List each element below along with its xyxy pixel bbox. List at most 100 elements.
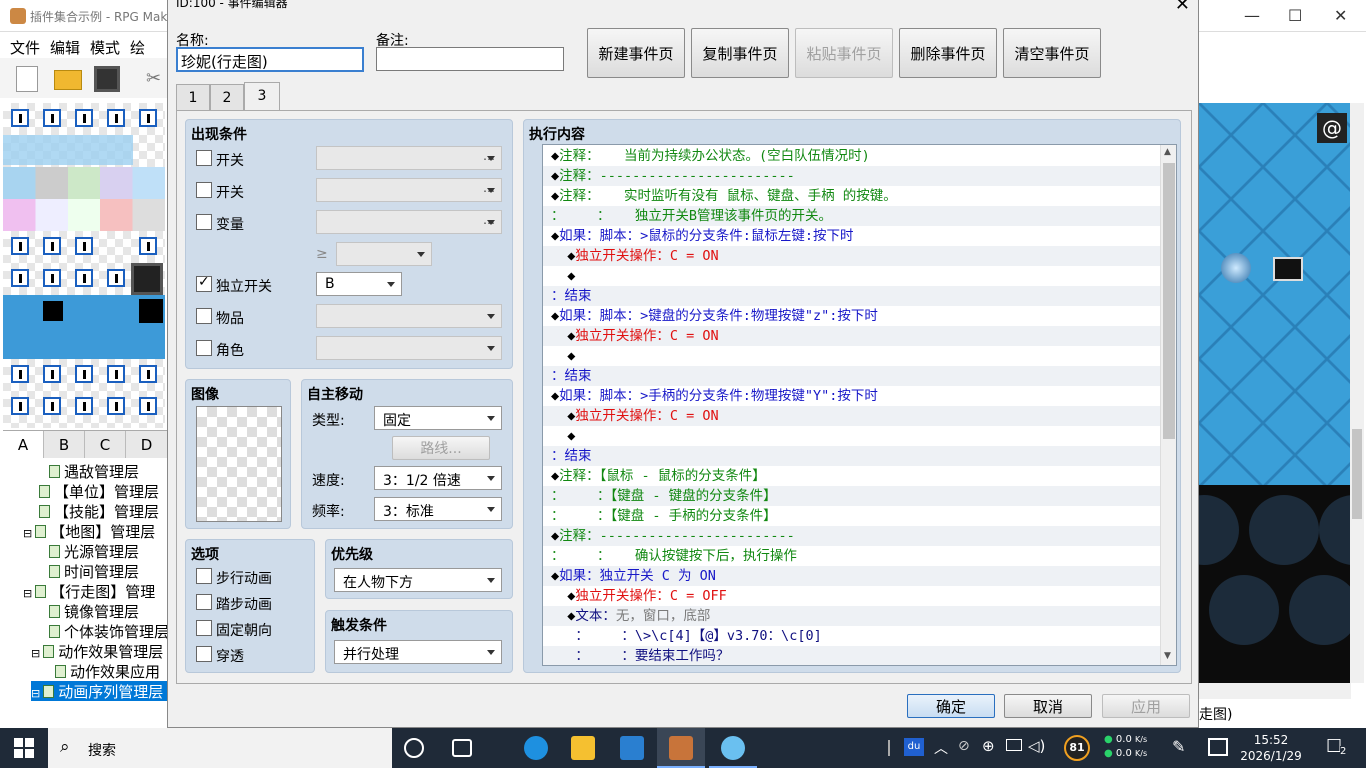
clear-page-button[interactable]: 清空事件页 — [1003, 28, 1101, 78]
command-line[interactable]: ：结束 — [543, 366, 1163, 386]
chevron-up-icon[interactable]: ︿ — [934, 738, 948, 758]
character-image-preview[interactable] — [196, 406, 282, 522]
command-line[interactable]: ◆如果：脚本：>手柄的分支条件:物理按键"Y":按下时 — [543, 386, 1163, 406]
mail-icon[interactable] — [620, 736, 644, 760]
tree-item[interactable]: ⊟ 【行走图】管理 — [23, 581, 155, 601]
map-horizontal-scrollbar[interactable] — [1199, 683, 1351, 699]
globe-icon[interactable]: ⊕ — [982, 737, 995, 755]
walking-anim-checkbox[interactable] — [196, 568, 212, 584]
movement-type-select[interactable]: 固定 — [374, 406, 502, 430]
command-line[interactable]: ◆注释： 实时监听有没有 鼠标、键盘、手柄 的按键。 — [543, 186, 1163, 206]
dialog-close-button[interactable]: ✕ — [1175, 0, 1190, 15]
command-line[interactable]: ◆如果：脚本：>键盘的分支条件:物理按键"z":按下时 — [543, 306, 1163, 326]
pen-icon[interactable]: ✎ — [1172, 737, 1185, 756]
new-page-button[interactable]: 新建事件页 — [587, 28, 685, 78]
tab-page-3[interactable]: 3 — [244, 82, 280, 112]
tileset-tab-b[interactable]: B — [44, 431, 85, 459]
command-line[interactable]: ◆注释：------------------------ — [543, 166, 1163, 186]
new-file-icon[interactable] — [16, 66, 38, 92]
direction-fix-checkbox[interactable] — [196, 620, 212, 636]
command-line[interactable]: ◆独立开关操作：C = ON — [543, 246, 1163, 266]
tileset-tab-c[interactable]: C — [85, 431, 126, 459]
actor-checkbox[interactable] — [196, 340, 212, 356]
tree-item[interactable]: 时间管理层 — [49, 561, 139, 581]
tree-item-selected[interactable]: ⊟ 动画序列管理层 — [31, 681, 167, 701]
stepping-anim-checkbox[interactable] — [196, 594, 212, 610]
windows-start-icon[interactable] — [14, 738, 34, 758]
command-line[interactable]: ◆ — [543, 266, 1163, 286]
maximize-button[interactable]: ☐ — [1288, 6, 1302, 25]
clock[interactable]: 15:52 2026/1/29 — [1236, 732, 1306, 764]
battery-percent-badge[interactable]: 81 — [1064, 735, 1090, 761]
tileset-palette[interactable] — [3, 103, 165, 428]
command-line[interactable]: ： ：【键盘 - 键盘的分支条件】 — [543, 486, 1163, 506]
speed-select[interactable]: 3：1/2 倍速 — [374, 466, 502, 490]
save-icon[interactable] — [94, 66, 120, 92]
command-line[interactable]: ◆ — [543, 426, 1163, 446]
cancel-button[interactable]: 取消 — [1004, 694, 1092, 718]
command-line[interactable]: ◆注释：------------------------ — [543, 526, 1163, 546]
menu-draw[interactable]: 绘 — [130, 37, 145, 58]
taskbar-search[interactable]: ⌕ 搜索 — [48, 728, 392, 768]
tree-item[interactable]: 光源管理层 — [49, 541, 139, 561]
command-line[interactable]: ： ：\>\c[4]【@】v3.70：\c[0] — [543, 626, 1163, 646]
command-line[interactable]: ◆独立开关操作：C = OFF — [543, 586, 1163, 606]
cortana-icon[interactable] — [404, 738, 424, 758]
note-field[interactable] — [376, 47, 564, 71]
ok-button[interactable]: 确定 — [907, 694, 995, 718]
command-list-scrollbar[interactable]: ▲ ▼ — [1160, 145, 1176, 665]
command-line[interactable]: ◆文本：无，窗口，底部 — [543, 606, 1163, 626]
command-line[interactable]: ◆ — [543, 346, 1163, 366]
command-line[interactable]: ： ：【键盘 - 手柄的分支条件】 — [543, 506, 1163, 526]
switch1-checkbox[interactable] — [196, 150, 212, 166]
minimize-button[interactable]: — — [1244, 6, 1260, 25]
tree-item[interactable]: 遇敌管理层 — [49, 461, 139, 481]
file-explorer-icon[interactable] — [571, 736, 595, 760]
tree-item[interactable]: 个体装饰管理层 — [49, 621, 167, 641]
map-vertical-scrollbar[interactable] — [1350, 103, 1364, 683]
through-checkbox[interactable] — [196, 646, 212, 662]
command-line[interactable]: ：结束 — [543, 286, 1163, 306]
battery-icon[interactable] — [1006, 739, 1022, 751]
route-button[interactable]: 路线... — [392, 436, 490, 460]
paste-page-button[interactable]: 粘贴事件页 — [795, 28, 893, 78]
volume-icon[interactable]: ◁) — [1028, 737, 1045, 755]
command-list[interactable]: ◆注释： 当前为持续办公状态。(空白队伍情况时) ◆注释：------------… — [542, 144, 1177, 666]
self-switch-select[interactable]: B — [316, 272, 402, 296]
command-line[interactable]: ◆独立开关操作：C = ON — [543, 406, 1163, 426]
rpg-maker-taskbar-button[interactable] — [657, 728, 705, 768]
command-line[interactable]: ： ： 独立开关B管理该事件页的开关。 — [543, 206, 1163, 226]
scrollbar-thumb[interactable] — [1163, 163, 1175, 439]
name-field[interactable]: 珍妮(行走图) — [176, 47, 364, 72]
apply-button[interactable]: 应用 — [1102, 694, 1190, 718]
cut-icon[interactable]: ✂ — [146, 68, 166, 89]
baidu-du-icon[interactable]: du — [904, 738, 924, 756]
tree-item[interactable]: 【技能】管理层 — [39, 501, 159, 521]
map-canvas[interactable]: @ — [1199, 103, 1351, 683]
tileset-tab-a[interactable]: A — [3, 431, 44, 459]
command-line[interactable]: ◆注释：【鼠标 - 鼠标的分支条件】 — [543, 466, 1163, 486]
frequency-select[interactable]: 3：标准 — [374, 497, 502, 521]
command-line[interactable]: ◆如果：独立开关 C 为 ON — [543, 566, 1163, 586]
menu-mode[interactable]: 模式 — [90, 37, 120, 58]
network-off-icon[interactable]: ⊘ — [958, 738, 970, 754]
self-switch-checkbox[interactable] — [196, 274, 212, 292]
menu-file[interactable]: 文件 — [10, 37, 40, 58]
open-folder-icon[interactable] — [54, 70, 82, 90]
event-icon[interactable]: @ — [1317, 113, 1347, 143]
command-line[interactable]: ： ：要结束工作吗？ — [543, 646, 1163, 665]
command-line[interactable]: ◆注释： 当前为持续办公状态。(空白队伍情况时) — [543, 146, 1163, 166]
tree-item[interactable]: ⊟ 【地图】管理层 — [23, 521, 155, 541]
tree-item[interactable]: 【单位】管理层 — [39, 481, 159, 501]
keyboard-icon[interactable] — [1208, 738, 1228, 756]
switch2-checkbox[interactable] — [196, 182, 212, 198]
delete-page-button[interactable]: 删除事件页 — [899, 28, 997, 78]
trigger-select[interactable]: 并行处理 — [334, 640, 502, 664]
edge-browser-icon[interactable] — [524, 736, 548, 760]
task-view-icon[interactable] — [452, 739, 472, 757]
tileset-tab-d[interactable]: D — [126, 431, 167, 459]
command-line[interactable]: ： ： 确认按键按下后，执行操作 — [543, 546, 1163, 566]
copy-page-button[interactable]: 复制事件页 — [691, 28, 789, 78]
command-line[interactable]: ◆独立开关操作：C = ON — [543, 326, 1163, 346]
app-taskbar-button[interactable] — [709, 728, 757, 768]
